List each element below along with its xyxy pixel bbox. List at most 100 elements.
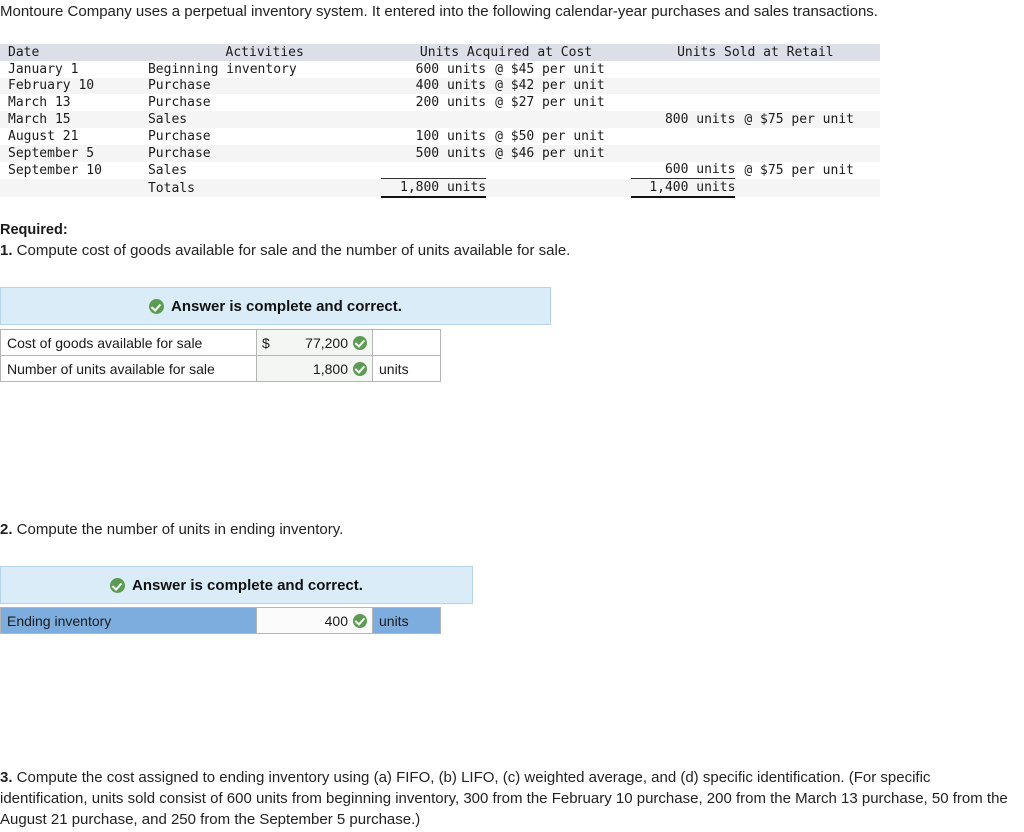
check-circle-icon	[353, 335, 367, 350]
answer-value: 1,800	[312, 360, 348, 377]
table-row: March 15 Sales 800 units @ $75 per unit	[0, 111, 880, 128]
header-date: Date	[8, 44, 40, 60]
row-sold-price	[735, 61, 880, 78]
answer-1-status-banner: Answer is complete and correct.	[0, 287, 551, 325]
row-acquired-units	[381, 161, 487, 180]
question-2: 2. Compute the number of units in ending…	[0, 521, 343, 538]
answer-unit: units	[372, 355, 441, 382]
answer-unit	[372, 329, 441, 356]
row-sold-price	[735, 128, 880, 145]
row-acquired-price: @ $45 per unit	[495, 61, 605, 77]
row-acquired-price: @ $42 per unit	[495, 78, 605, 94]
answer-unit: units	[372, 607, 441, 634]
currency-symbol: $	[262, 334, 270, 351]
header-units-sold: Units Sold at Retail	[677, 44, 834, 60]
answer-value-cell[interactable]: 400	[256, 607, 373, 634]
totals-acquired-spacer	[486, 179, 631, 197]
check-circle-icon	[149, 298, 165, 314]
row-activity: Beginning inventory	[147, 61, 297, 77]
row-acquired-units: 600 units	[415, 61, 487, 77]
totals-acquired: 1,800 units	[381, 178, 487, 199]
row-sold-units	[631, 61, 736, 78]
table-row: September 5 Purchase 500 units @ $46 per…	[0, 144, 880, 162]
answer-value: 77,200	[305, 334, 348, 351]
answer-row: Ending inventory 400 units	[0, 607, 441, 634]
totals-sold-spacer	[735, 179, 880, 197]
check-circle-icon	[110, 577, 126, 593]
row-activity: Sales	[147, 162, 188, 178]
row-sold-units: 800 units	[664, 112, 736, 128]
question-2-text: Compute the number of units in ending in…	[12, 521, 344, 538]
table-row: August 21 Purchase 100 units @ $50 per u…	[0, 127, 880, 145]
row-activity: Purchase	[147, 95, 211, 111]
question-1-number: 1.	[0, 242, 13, 259]
totals-label: Totals	[147, 180, 195, 196]
row-date: January 1	[8, 61, 79, 77]
answer-label: Cost of goods available for sale	[0, 329, 257, 356]
row-date: September 5	[8, 145, 95, 161]
row-date: August 21	[8, 128, 79, 144]
row-sold-price: @ $75 per unit	[744, 162, 854, 178]
row-sold-units	[631, 78, 736, 95]
table-header-row: Date Activities Units Acquired at Cost U…	[0, 44, 880, 61]
table-row: September 10 Sales 600 units @ $75 per u…	[0, 161, 880, 180]
row-sold-price: @ $75 per unit	[744, 112, 854, 128]
row-date: September 10	[8, 162, 102, 178]
row-activity: Purchase	[147, 128, 211, 144]
row-acquired-price: @ $27 per unit	[495, 95, 605, 111]
answer-value-cell[interactable]: $ 77,200	[256, 329, 373, 356]
table-row: January 1 Beginning inventory 600 units …	[0, 60, 880, 78]
row-sold-units	[631, 94, 736, 111]
question-3: 3. Compute the cost assigned to ending i…	[0, 767, 1016, 830]
question-1-text: Compute cost of goods available for sale…	[12, 242, 571, 259]
answer-row: Cost of goods available for sale $ 77,20…	[0, 329, 441, 356]
intro-paragraph: Montoure Company uses a perpetual invent…	[0, 3, 878, 20]
row-activity: Purchase	[147, 78, 211, 94]
row-date: February 10	[8, 78, 95, 94]
answer-2-status-text: Answer is complete and correct.	[132, 576, 363, 594]
row-date: March 13	[8, 95, 71, 111]
totals-sold: 1,400 units	[630, 178, 736, 199]
table-row: February 10 Purchase 400 units @ $42 per…	[0, 77, 880, 95]
row-activity: Sales	[147, 112, 188, 128]
row-acquired-units	[381, 111, 486, 128]
header-units-acquired: Units Acquired at Cost	[419, 44, 593, 60]
row-acquired-units: 500 units	[415, 145, 487, 161]
table-totals-row: Totals 1,800 units 1,400 units	[0, 178, 880, 199]
answer-1-status-text: Answer is complete and correct.	[171, 297, 402, 315]
row-sold-price	[735, 78, 880, 95]
check-circle-icon	[353, 613, 367, 628]
answer-2-table: Ending inventory 400 units	[0, 607, 441, 634]
required-heading: Required:	[0, 222, 68, 238]
totals-spacer	[0, 179, 148, 197]
row-sold-units	[631, 128, 736, 145]
row-date: March 15	[8, 112, 71, 128]
row-activity: Purchase	[147, 145, 211, 161]
question-3-number: 3.	[0, 769, 13, 786]
transactions-table: Date Activities Units Acquired at Cost U…	[0, 44, 880, 199]
answer-value: 400	[324, 612, 348, 629]
row-acquired-units: 400 units	[415, 78, 487, 94]
answer-label: Ending inventory	[0, 607, 257, 634]
question-1: 1. Compute cost of goods available for s…	[0, 242, 570, 259]
answer-1-table: Cost of goods available for sale $ 77,20…	[0, 329, 441, 382]
row-sold-price	[735, 94, 880, 111]
row-acquired-price: @ $46 per unit	[495, 145, 605, 161]
row-acquired-price	[486, 162, 631, 179]
row-acquired-price: @ $50 per unit	[495, 128, 605, 144]
table-row: March 13 Purchase 200 units @ $27 per un…	[0, 94, 880, 112]
answer-row: Number of units available for sale 1,800…	[0, 355, 441, 382]
row-acquired-price	[486, 111, 631, 128]
row-sold-price	[735, 145, 880, 162]
header-activities: Activities	[225, 44, 304, 60]
row-acquired-units: 200 units	[415, 95, 487, 111]
row-sold-units: 600 units	[630, 161, 736, 180]
check-circle-icon	[353, 361, 367, 376]
answer-label: Number of units available for sale	[0, 355, 257, 382]
answer-2-status-banner: Answer is complete and correct.	[0, 566, 473, 604]
question-2-number: 2.	[0, 521, 13, 538]
row-acquired-units: 100 units	[415, 128, 487, 144]
answer-value-cell[interactable]: 1,800	[256, 355, 373, 382]
question-3-text: Compute the cost assigned to ending inve…	[0, 769, 1008, 828]
row-sold-units	[631, 145, 736, 162]
